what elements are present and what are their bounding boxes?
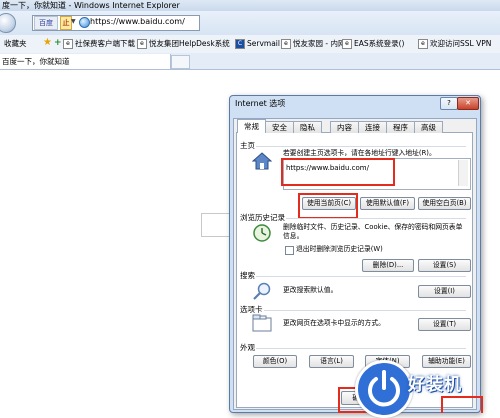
chevron-down-icon[interactable]: ▼ — [71, 16, 77, 28]
tab-security[interactable]: 安全 — [265, 121, 294, 133]
dialog-title: Internet 选项 — [235, 99, 286, 108]
help-button[interactable]: ? — [440, 97, 458, 110]
favorite-item[interactable]: e 欢迎访问SSL VPN — [418, 38, 491, 50]
group-divider — [240, 310, 466, 311]
watermark-text: 好装机 — [408, 375, 462, 395]
history-settings-button[interactable]: 设置(S) — [418, 259, 471, 272]
search-settings-button[interactable]: 设置(I) — [418, 285, 471, 298]
tab-content[interactable]: 内容 — [330, 121, 359, 133]
favorites-button[interactable]: 收藏夹 — [4, 38, 27, 50]
globe-icon — [79, 17, 90, 28]
history-group-label: 浏览历史记录 — [240, 213, 286, 223]
colors-button[interactable]: 颜色(O) — [253, 355, 297, 368]
star-icon[interactable]: ★ — [43, 38, 53, 48]
accessibility-button[interactable]: 辅助功能(E) — [422, 355, 471, 368]
window-title-bar: 度一下，你就知道 - Windows Internet Explorer — [0, 0, 500, 11]
power-icon — [368, 370, 400, 407]
highlight-box — [298, 193, 358, 219]
use-default-button[interactable]: 使用默认值(F) — [360, 197, 415, 210]
site-badge[interactable]: 百度 — [34, 16, 58, 30]
tabs-icon — [252, 314, 272, 332]
appearance-group-label: 外观 — [240, 343, 256, 353]
tab-advanced[interactable]: 高级 — [414, 121, 443, 133]
favorite-item[interactable]: e 社保费客户端下载 — [63, 38, 135, 50]
favorite-item[interactable]: e 悦友家园 - 内网 — [281, 38, 345, 50]
page-icon: e — [63, 39, 73, 49]
tab-privacy[interactable]: 隐私 — [293, 121, 322, 133]
favorite-item-label: 欢迎访问SSL VPN — [430, 39, 492, 48]
history-icon — [253, 224, 271, 242]
delete-on-exit-checkbox[interactable] — [285, 246, 294, 255]
page-icon: e — [137, 39, 147, 49]
favorite-item-label: 悦友家园 - 内网 — [293, 39, 346, 48]
page-icon: e — [342, 39, 352, 49]
tab-connections[interactable]: 连接 — [358, 121, 387, 133]
page-icon: C — [235, 39, 245, 49]
favorite-item[interactable]: e 悦友集团HelpDesk系统 — [137, 38, 230, 50]
page-icon: e — [418, 39, 428, 49]
group-divider — [240, 146, 466, 147]
search-icon — [253, 282, 271, 300]
delete-on-exit-label: 退出时删除浏览历史记录(W) — [296, 245, 383, 253]
home-icon — [252, 152, 272, 170]
window-title: 度一下，你就知道 - Windows Internet Explorer — [2, 1, 180, 10]
home-description: 若要创建主页选项卡，请在各地址行键入地址(R)。 — [283, 149, 436, 157]
tabs-settings-button[interactable]: 设置(T) — [418, 318, 471, 331]
history-description: 删除临时文件、历史记录、Cookie、保存的密码和网页表单信息。 — [283, 223, 463, 240]
favorite-item-label: EAS系统登录() — [354, 39, 405, 48]
favorite-item-label: 社保费客户端下载 — [75, 39, 135, 48]
close-button[interactable]: ✕ — [457, 97, 479, 110]
page-search-input[interactable] — [201, 213, 232, 237]
page-icon: e — [281, 39, 291, 49]
languages-button[interactable]: 语言(L) — [309, 355, 354, 368]
delete-history-button[interactable]: 删除(D)... — [362, 259, 414, 272]
home-group-label: 主页 — [240, 141, 256, 151]
search-group-label: 搜索 — [240, 271, 256, 281]
highlight-box — [281, 158, 395, 186]
group-divider — [240, 276, 466, 277]
favorite-item[interactable]: C Servmail — [235, 38, 280, 50]
favorite-item-label: Servmail — [247, 39, 280, 48]
tab-programs[interactable]: 程序 — [386, 121, 415, 133]
highlight-box — [441, 396, 483, 413]
tabs-description: 更改网页在选项卡中显示的方式。 — [283, 319, 385, 327]
use-blank-button[interactable]: 使用空白页(B) — [418, 197, 471, 210]
favorite-item-label: 悦友集团HelpDesk系统 — [149, 39, 230, 48]
search-description: 更改搜索默认值。 — [283, 286, 338, 294]
url-text[interactable]: https://www.baidu.com/ — [90, 16, 185, 28]
browser-tab[interactable]: 百度一下，你就知道 — [0, 54, 171, 69]
home-field-scrollbar[interactable] — [458, 160, 468, 186]
favorite-item[interactable]: e EAS系统登录() — [342, 38, 404, 50]
group-divider — [240, 348, 466, 349]
new-tab-button[interactable] — [171, 55, 190, 69]
watermark-logo — [355, 360, 413, 418]
tab-general[interactable]: 常规 — [237, 119, 266, 133]
